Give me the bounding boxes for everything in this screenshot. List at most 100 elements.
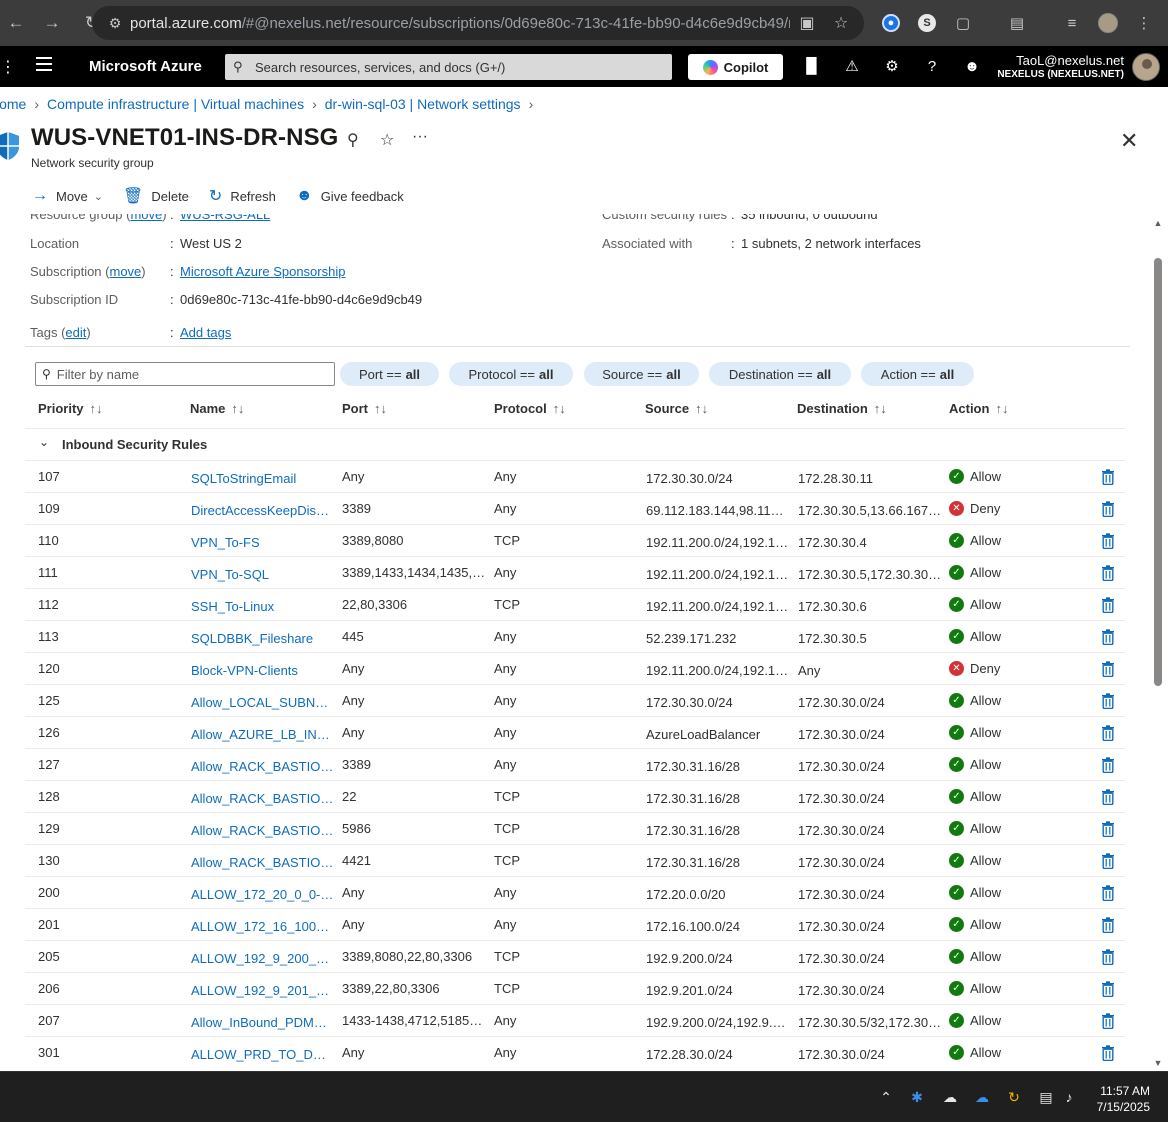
show-hidden-icons-chevron-icon[interactable]: ⌃ (877, 1088, 895, 1106)
delete-rule-trash-icon[interactable] (1101, 533, 1115, 549)
rule-name-link[interactable]: ALLOW_192_9_200_0-2... (191, 951, 335, 966)
table-row[interactable]: 113 SQLDBBK_Fileshare 445 Any 52.239.171.232… (25, 620, 1125, 652)
table-row[interactable]: 128 Allow_RACK_BASTION_... 22 TCP 172.30.31.… (25, 780, 1125, 812)
table-row[interactable]: 206 ALLOW_192_9_201_0-2... 3389,22,80,3306… (25, 972, 1125, 1004)
column-action[interactable]: Action ↑↓ (949, 401, 1008, 416)
table-row[interactable]: 205 ALLOW_192_9_200_0-2... 3389,8080,22,80… (25, 940, 1125, 972)
delete-rule-trash-icon[interactable] (1101, 1045, 1115, 1061)
delete-rule-trash-icon[interactable] (1101, 693, 1115, 709)
table-row[interactable]: 107 SQLToStringEmail Any Any 172.30.30.0/24 1… (25, 460, 1125, 492)
delete-rule-trash-icon[interactable] (1101, 597, 1115, 613)
rule-name-link[interactable]: VPN_To-SQL (191, 567, 335, 582)
scroll-up-icon[interactable]: ▲ (1153, 218, 1163, 228)
rule-name-link[interactable]: DirectAccessKeepDisab... (191, 503, 335, 518)
rule-name-link[interactable]: Block-VPN-Clients (191, 663, 335, 678)
scroll-down-icon[interactable]: ▼ (1153, 1058, 1163, 1068)
rule-name-link[interactable]: ALLOW_172_20_0_0-20-... (191, 887, 335, 902)
rule-name-link[interactable]: Allow_LOCAL_SUBNET_... (191, 695, 335, 710)
azure-brand[interactable]: Microsoft Azure (89, 58, 202, 75)
more-icon[interactable]: ⋮ (0, 57, 16, 77)
delete-rule-trash-icon[interactable] (1101, 885, 1115, 901)
table-row[interactable]: 111 VPN_To-SQL 3389,1433,1434,1435,1... Any… (25, 556, 1125, 588)
delete-rule-trash-icon[interactable] (1101, 853, 1115, 869)
feedback-button[interactable]: ☻ Give feedback (296, 187, 404, 205)
column-protocol[interactable]: Protocol ↑↓ (494, 401, 566, 416)
column-port[interactable]: Port ↑↓ (342, 401, 387, 416)
column-name[interactable]: Name ↑↓ (190, 401, 244, 416)
table-row[interactable]: 130 Allow_RACK_BASTION_... 4421 TCP 172.30.3… (25, 844, 1125, 876)
sync-icon[interactable]: ↻ (1005, 1088, 1023, 1106)
breadcrumb-network-settings[interactable]: dr-win-sql-03 | Network settings (325, 96, 521, 112)
address-bar[interactable]: ⚙ portal.azure.com/#@nexelus.net/resourc… (92, 6, 864, 40)
copilot-button[interactable]: Copilot (688, 54, 783, 80)
port-filter-pill[interactable]: Port == all (340, 362, 439, 386)
delete-rule-trash-icon[interactable] (1101, 629, 1115, 645)
rule-name-link[interactable]: SQLDBBK_Fileshare (191, 631, 335, 646)
rule-name-link[interactable]: Allow_InBound_PDMOf... (191, 1015, 335, 1030)
destination-filter-pill[interactable]: Destination == all (709, 362, 851, 386)
delete-rule-trash-icon[interactable] (1101, 981, 1115, 997)
user-avatar[interactable] (1132, 53, 1160, 81)
browser-menu-icon[interactable]: ⋮ (1132, 11, 1156, 35)
rule-name-link[interactable]: SSH_To-Linux (191, 599, 335, 614)
column-destination[interactable]: Destination ↑↓ (797, 401, 887, 416)
table-row[interactable]: 112 SSH_To-Linux 22,80,3306 TCP 192.11.200.0… (25, 588, 1125, 620)
filter-by-name-input[interactable]: ⚲ Filter by name (35, 362, 335, 386)
table-row[interactable]: 126 Allow_AZURE_LB_INBO... Any Any AzureLoad… (25, 716, 1125, 748)
password-manager-icon[interactable]: ● (879, 11, 903, 35)
extension-s-icon[interactable]: S (915, 11, 939, 35)
delete-rule-trash-icon[interactable] (1101, 565, 1115, 581)
delete-rule-trash-icon[interactable] (1101, 949, 1115, 965)
table-row[interactable]: 127 Allow_RACK_BASTION_... 3389 Any 172.30.3… (25, 748, 1125, 780)
reading-list-icon[interactable]: ≡ (1060, 11, 1084, 35)
bluetooth-icon[interactable]: ✱ (908, 1088, 926, 1106)
favorite-star-icon[interactable]: ☆ (380, 130, 394, 150)
settings-gear-icon[interactable]: ⚙ (881, 56, 903, 78)
table-row[interactable]: 120 Block-VPN-Clients Any Any 192.11.200.0/2… (25, 652, 1125, 684)
delete-rule-trash-icon[interactable] (1101, 789, 1115, 805)
rule-name-link[interactable]: VPN_To-FS (191, 535, 335, 550)
breadcrumb-home[interactable]: Home (0, 96, 26, 112)
extensions-puzzle-icon[interactable]: ▢ (951, 11, 975, 35)
rule-name-link[interactable]: SQLToStringEmail (191, 471, 335, 486)
rule-name-link[interactable]: Allow_RACK_BASTION_... (191, 759, 335, 774)
subscription-move-link[interactable]: move (110, 264, 142, 279)
rule-name-link[interactable]: Allow_RACK_BASTION_... (191, 791, 335, 806)
breadcrumb-virtual-machines[interactable]: Compute infrastructure | Virtual machine… (47, 96, 304, 112)
inbound-rules-group-header[interactable]: ⌄ Inbound Security Rules (25, 428, 1125, 458)
rule-name-link[interactable]: Allow_RACK_BASTION_... (191, 823, 335, 838)
network-icon[interactable]: ▤ (1037, 1088, 1055, 1106)
protocol-filter-pill[interactable]: Protocol == all (449, 362, 573, 386)
vertical-scrollbar[interactable]: ▲ ▼ (1151, 216, 1165, 1068)
table-row[interactable]: 201 ALLOW_172_16_100_0-... Any Any 172.16.10… (25, 908, 1125, 940)
scrollbar-thumb[interactable] (1154, 258, 1162, 686)
onedrive-business-icon[interactable]: ☁ (973, 1088, 991, 1106)
chevron-down-icon[interactable]: ⌄ (39, 435, 49, 449)
table-row[interactable]: 110 VPN_To-FS 3389,8080 TCP 192.11.200.0/24,… (25, 524, 1125, 556)
volume-icon[interactable]: ♪ (1060, 1088, 1078, 1106)
cloud-shell-icon[interactable]: ▉ (801, 56, 823, 78)
source-filter-pill[interactable]: Source == all (584, 362, 699, 386)
back-arrow-icon[interactable]: ← (2, 9, 30, 37)
portal-menu-icon[interactable] (36, 57, 52, 71)
delete-rule-trash-icon[interactable] (1101, 661, 1115, 677)
delete-rule-trash-icon[interactable] (1101, 1013, 1115, 1029)
account-info[interactable]: TaoL@nexelus.net NEXELUS (NEXELUS.NET) (997, 53, 1124, 80)
table-row[interactable]: 129 Allow_RACK_BASTION_... 5986 TCP 172.30.3… (25, 812, 1125, 844)
rule-name-link[interactable]: ALLOW_172_16_100_0-... (191, 919, 335, 934)
refresh-button[interactable]: ↻ Refresh (209, 186, 276, 206)
global-search-input[interactable]: ⚲ Search resources, services, and docs (… (225, 54, 672, 80)
rule-name-link[interactable]: ALLOW_192_9_201_0-2... (191, 983, 335, 998)
more-actions-icon[interactable]: ··· (412, 128, 428, 146)
delete-rule-trash-icon[interactable] (1101, 917, 1115, 933)
rule-name-link[interactable]: ALLOW_PRD_TO_DR_I... (191, 1047, 335, 1062)
table-row[interactable]: 125 Allow_LOCAL_SUBNET_... Any Any 172.30.30… (25, 684, 1125, 716)
tab-search-icon[interactable]: ▤ (1005, 11, 1029, 35)
close-icon[interactable]: ✕ (1120, 128, 1138, 154)
system-clock[interactable]: 11:57 AM 7/15/2025 (1097, 1083, 1150, 1115)
tags-edit-link[interactable]: edit (65, 325, 86, 340)
delete-button[interactable]: 🗑 Delete (123, 186, 189, 206)
column-priority[interactable]: Priority ↑↓ (38, 401, 103, 416)
delete-rule-trash-icon[interactable] (1101, 821, 1115, 837)
action-filter-pill[interactable]: Action == all (861, 362, 974, 386)
